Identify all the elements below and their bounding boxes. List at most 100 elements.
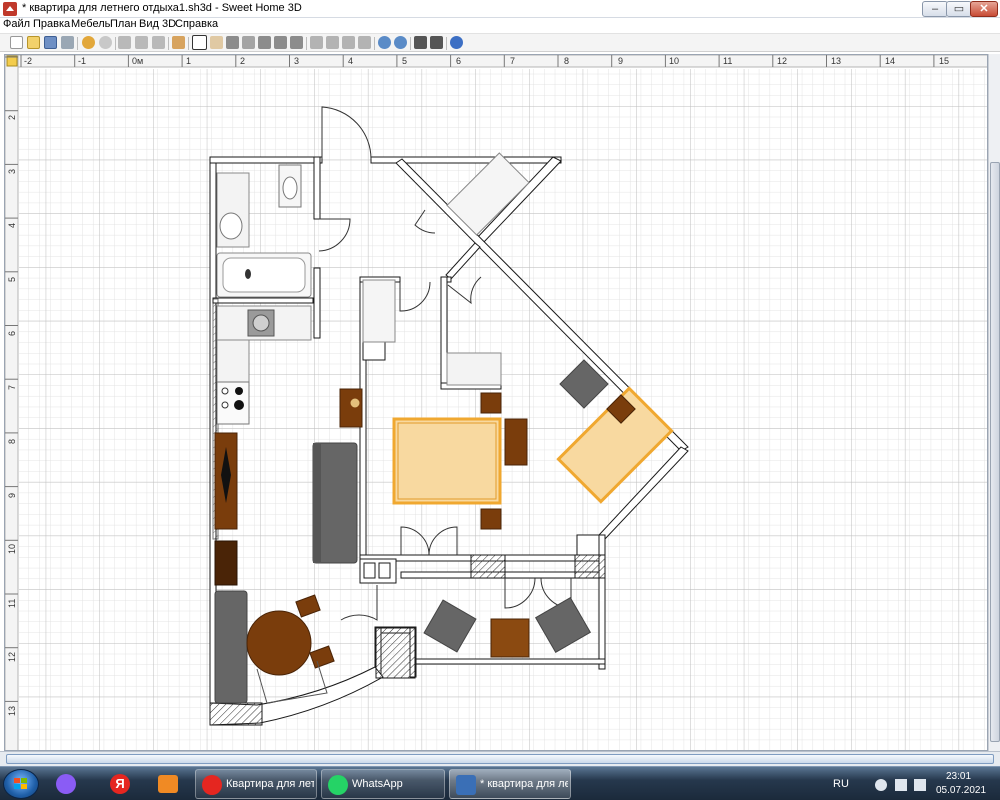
task-label: WhatsApp [352,778,403,790]
create-video-icon[interactable] [430,36,443,49]
burner [221,387,229,395]
text-style-icon[interactable] [342,36,355,49]
column[interactable] [362,341,386,361]
menu-file[interactable]: Файл [3,18,30,30]
wall[interactable] [409,658,606,665]
coffee-table[interactable] [490,618,530,658]
create-rooms-icon[interactable] [242,36,255,49]
wall[interactable] [209,156,323,164]
column[interactable] [576,534,600,556]
menu-3d-view[interactable]: Вид 3D [139,18,176,30]
burner [221,401,229,409]
wall[interactable] [313,156,321,220]
lamp [349,397,361,409]
create-photo-icon[interactable] [414,36,427,49]
alice-icon[interactable] [48,770,84,798]
open-icon[interactable] [27,36,40,49]
zoom-in-icon[interactable] [378,36,391,49]
undo-icon[interactable] [82,36,95,49]
ruler-label: 12 [7,652,17,662]
ruler-label: 3 [294,56,299,66]
menu-bar: Файл Правка Мебель План Вид 3D Справка [0,18,1000,33]
column [363,562,376,579]
add-furniture-icon[interactable] [172,36,185,49]
cabinet[interactable] [214,540,238,586]
help-icon[interactable] [450,36,463,49]
new-icon[interactable] [10,36,23,49]
ruler-label: 2 [240,56,245,66]
yandex-browser-icon [202,775,222,795]
wall[interactable] [313,267,321,339]
menu-help[interactable]: Справка [175,18,218,30]
network-icon[interactable] [895,779,907,791]
paste-icon[interactable] [152,36,165,49]
redo-icon[interactable] [99,36,112,49]
pan-icon[interactable] [210,36,223,49]
ruler-label: 4 [7,223,17,228]
sofa[interactable] [214,590,248,704]
notification-flag-icon[interactable] [914,779,926,791]
plan-canvas[interactable]: -2 -1 0м 1 2 3 4 5 6 7 8 9 10 11 12 13 1… [5,55,988,751]
create-walls-icon[interactable] [226,36,239,49]
text-style-icon[interactable] [326,36,339,49]
clock-time[interactable]: 23:01 [946,771,971,782]
plan-view[interactable]: -2 -1 0м 1 2 3 4 5 6 7 8 9 10 11 12 13 1… [4,54,988,751]
wall[interactable] [440,276,448,390]
ruler-label: 8 [564,56,569,66]
tv-stand[interactable] [339,388,363,428]
wall[interactable] [212,297,314,304]
wall-hatch [470,554,506,579]
toolbar-separator [77,37,78,50]
task-whatsapp[interactable]: WhatsApp [321,769,445,799]
close-button[interactable]: ✕ [970,1,998,17]
vertical-scrollbar-thumb[interactable] [990,162,1000,742]
sweet-home-app-icon [3,2,17,16]
cut-icon[interactable] [118,36,131,49]
task-yandex-browser[interactable]: Квартира для летнего... [195,769,317,799]
select-icon[interactable] [192,35,207,50]
nightstand[interactable] [480,508,502,530]
media-player-icon[interactable] [150,770,186,798]
menu-furniture[interactable]: Мебель [71,18,110,30]
bench[interactable] [504,418,528,466]
wall-hatch [574,554,606,579]
toolbar-separator [168,37,169,50]
text-style-icon[interactable] [358,36,371,49]
horizontal-scrollbar[interactable] [0,751,1000,766]
dresser[interactable] [446,352,502,386]
double-bed[interactable] [392,417,502,505]
stove[interactable] [216,381,250,425]
copy-icon[interactable] [135,36,148,49]
task-sweet-home-3d[interactable]: * квартира для ле... [449,769,571,799]
ruler-label: 0м [132,56,143,66]
vertical-scrollbar[interactable] [988,54,1000,751]
text-style-icon[interactable] [310,36,323,49]
column [378,562,391,579]
maximize-button[interactable]: ▭ [946,1,972,17]
ruler-label: 10 [669,56,679,66]
minimize-button[interactable]: – [922,1,948,17]
horizontal-scrollbar-thumb[interactable] [6,754,994,764]
clock-date[interactable]: 05.07.2021 [936,785,986,796]
save-icon[interactable] [44,36,57,49]
create-polylines-icon[interactable] [258,36,271,49]
language-indicator[interactable]: RU [833,778,849,790]
toolbar-separator [410,37,411,50]
dining-table[interactable] [246,610,312,676]
zoom-out-icon[interactable] [394,36,407,49]
ruler-label: 13 [831,56,841,66]
start-button[interactable] [3,769,39,799]
menu-edit[interactable]: Правка [33,18,70,30]
create-dimensions-icon[interactable] [274,36,287,49]
menu-plan[interactable]: План [110,18,137,30]
volume-icon[interactable] [875,779,887,791]
nightstand[interactable] [480,392,502,414]
ruler-label: 5 [7,277,17,282]
sweet-home-app-icon [456,775,476,795]
ruler-label: -1 [78,56,86,66]
cut-icon[interactable] [61,36,74,49]
window-title: * квартира для летнего отдыха1.sh3d - Sw… [22,2,302,14]
closet[interactable] [362,279,396,343]
add-text-icon[interactable] [290,36,303,49]
yandex-browser-icon[interactable]: Я [102,770,138,798]
